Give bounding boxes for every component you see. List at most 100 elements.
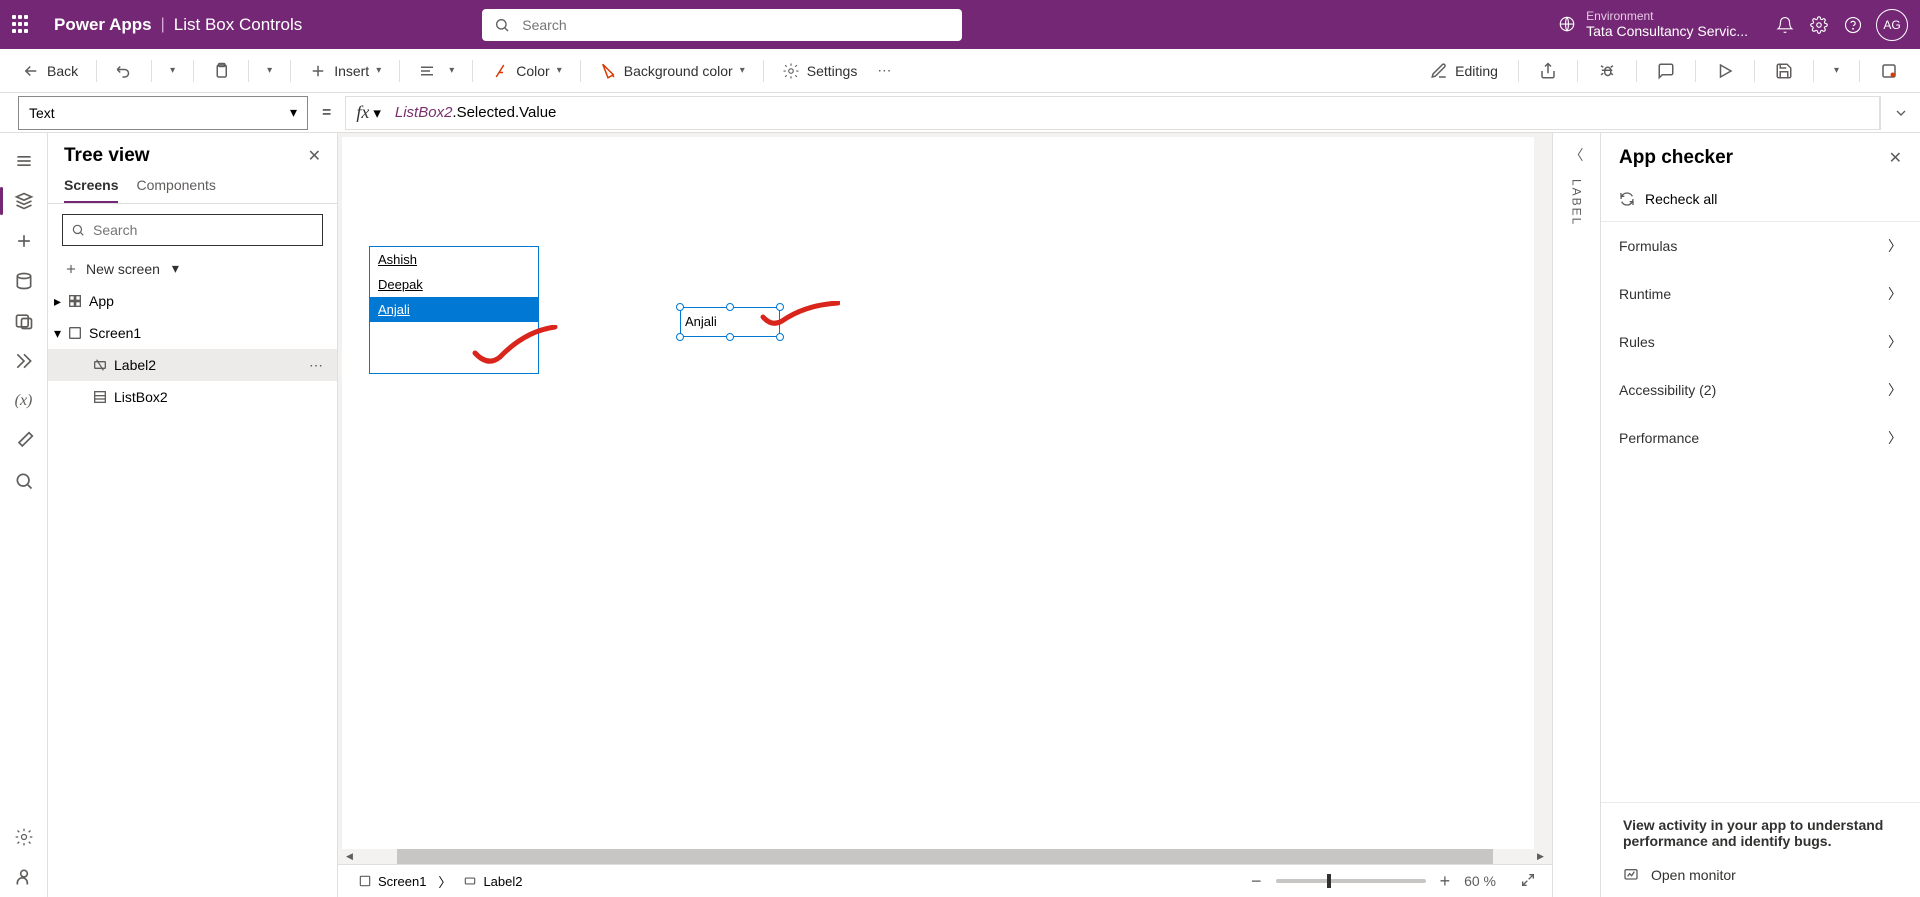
zoom-slider[interactable] [1276, 879, 1426, 883]
save-dropdown[interactable]: ▾ [1826, 61, 1847, 80]
checker-activity-text: View activity in your app to understand … [1623, 817, 1898, 849]
tree-node-app[interactable]: ▸ App [48, 285, 337, 317]
screen-icon [67, 325, 83, 341]
listbox-item[interactable]: Ashish [370, 247, 538, 272]
monitor-icon [1623, 867, 1639, 883]
open-monitor-label: Open monitor [1651, 867, 1736, 883]
comments-button[interactable] [1649, 58, 1683, 84]
global-search[interactable] [482, 9, 962, 41]
open-monitor-button[interactable]: Open monitor [1623, 867, 1898, 883]
checker-category-formulas[interactable]: Formulas〉 [1601, 222, 1920, 270]
insert-label: Insert [334, 63, 369, 79]
tab-components[interactable]: Components [136, 177, 215, 203]
zoom-value: 60 [1464, 873, 1480, 889]
tree-node-label2[interactable]: Label2 ⋯ [48, 349, 337, 381]
checker-category-performance[interactable]: Performance〉 [1601, 414, 1920, 462]
bgcolor-button[interactable]: Background color ▾ [591, 58, 753, 84]
annotation-mark [760, 301, 840, 331]
zoom-out-button[interactable]: − [1251, 871, 1262, 892]
user-avatar[interactable]: AG [1876, 9, 1908, 41]
app-icon [67, 293, 83, 309]
breadcrumb-screen-label: Screen1 [378, 874, 426, 889]
color-button[interactable]: Color ▾ [483, 58, 570, 84]
close-tree-button[interactable]: ✕ [308, 146, 321, 166]
tree-node-more[interactable]: ⋯ [309, 357, 323, 374]
property-selector[interactable]: Text ▾ [18, 96, 308, 130]
rail-power-automate[interactable] [0, 341, 48, 381]
settings-toolbar-button[interactable]: Settings [774, 58, 866, 84]
label-icon [92, 357, 108, 373]
fit-screen-button[interactable] [1520, 872, 1536, 891]
paste-dropdown[interactable]: ▾ [259, 61, 280, 80]
app-launcher-icon[interactable] [12, 15, 32, 35]
fx-dropdown[interactable]: ▾ [373, 104, 381, 122]
rail-tree-view[interactable] [0, 181, 48, 221]
scroll-right-icon[interactable]: ▶ [1533, 849, 1548, 864]
refresh-icon [1619, 191, 1635, 207]
expand-properties-button[interactable]: 〈 [1570, 145, 1584, 165]
file-name-label: List Box Controls [174, 15, 303, 35]
tree-node-listbox2-label: ListBox2 [114, 389, 168, 405]
settings-button[interactable] [1802, 8, 1836, 42]
color-label: Color [516, 63, 549, 79]
horizontal-scrollbar[interactable]: ◀ ▶ [342, 849, 1548, 864]
undo-button[interactable] [107, 58, 141, 84]
app-checker-button[interactable] [1590, 58, 1624, 84]
tree-search-input[interactable] [93, 222, 314, 238]
rail-virtual-agent[interactable] [0, 857, 48, 897]
expand-formula-button[interactable] [1880, 96, 1920, 130]
breadcrumb-control[interactable]: Label2 [453, 870, 532, 893]
tree-node-screen1[interactable]: ▾ Screen1 [48, 317, 337, 349]
back-label: Back [47, 63, 78, 79]
tree-node-screen1-label: Screen1 [89, 325, 141, 341]
app-checker-title: App checker [1619, 147, 1733, 169]
formula-object: ListBox2 [395, 104, 453, 121]
undo-dropdown[interactable]: ▾ [162, 61, 183, 80]
recheck-all-button[interactable]: Recheck all [1601, 183, 1920, 222]
formula-bar[interactable]: fx ▾ ListBox2.Selected.Value [345, 96, 1880, 130]
rail-media[interactable] [0, 301, 48, 341]
rail-variables[interactable]: (x) [0, 381, 48, 421]
search-icon [494, 17, 510, 33]
notifications-button[interactable] [1768, 8, 1802, 42]
back-button[interactable]: Back [14, 58, 86, 84]
listbox-item[interactable]: Deepak [370, 272, 538, 297]
tree-search[interactable] [62, 214, 323, 246]
checker-category-runtime[interactable]: Runtime〉 [1601, 270, 1920, 318]
scroll-left-icon[interactable]: ◀ [342, 849, 357, 864]
search-input[interactable] [522, 17, 950, 33]
share-button[interactable] [1531, 58, 1565, 84]
more-commands[interactable]: ⋯ [869, 58, 899, 83]
checker-category-rules[interactable]: Rules〉 [1601, 318, 1920, 366]
breadcrumb-control-label: Label2 [483, 874, 522, 889]
properties-tab-label[interactable]: LABEL [1570, 179, 1584, 226]
annotation-mark [470, 325, 560, 369]
checker-category-accessibility[interactable]: Accessibility (2)〉 [1601, 366, 1920, 414]
tab-screens[interactable]: Screens [64, 177, 118, 203]
paste-button[interactable] [204, 58, 238, 84]
rail-data[interactable] [0, 261, 48, 301]
preview-button[interactable] [1708, 58, 1742, 84]
fx-icon: fx [356, 102, 369, 123]
close-checker-button[interactable]: ✕ [1889, 148, 1902, 168]
rail-settings[interactable] [0, 817, 48, 857]
canvas[interactable]: Ashish Deepak Anjali Anjali [342, 137, 1534, 849]
rail-tools[interactable] [0, 421, 48, 461]
breadcrumb-screen[interactable]: Screen1 [348, 870, 436, 893]
rail-hamburger[interactable] [0, 141, 48, 181]
zoom-in-button[interactable]: + [1440, 871, 1451, 892]
publish-button[interactable] [1872, 58, 1906, 84]
save-button[interactable] [1767, 58, 1801, 84]
tree-node-listbox2[interactable]: ListBox2 [48, 381, 337, 413]
environment-picker[interactable]: Environment Tata Consultancy Servic... [1558, 10, 1748, 40]
new-screen-button[interactable]: New screen ▾ [48, 256, 337, 285]
rail-search[interactable] [0, 461, 48, 501]
align-button[interactable]: ▾ [410, 58, 462, 84]
help-button[interactable] [1836, 8, 1870, 42]
editing-mode[interactable]: Editing [1422, 58, 1506, 84]
editing-label: Editing [1455, 63, 1498, 79]
insert-button[interactable]: Insert ▾ [301, 58, 389, 84]
rail-insert[interactable] [0, 221, 48, 261]
listbox-item-selected[interactable]: Anjali [370, 297, 538, 322]
breadcrumb-sep: 〉 [438, 872, 451, 891]
